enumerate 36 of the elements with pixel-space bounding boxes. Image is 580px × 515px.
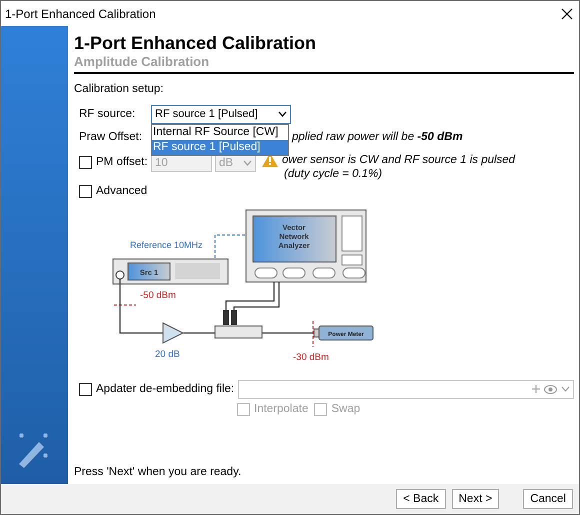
checkbox-label: Apdater de-embedding file: [96, 383, 234, 395]
rf-source-dropdown[interactable]: RF source 1 [Pulsed] [151, 104, 291, 124]
caret-icon [278, 111, 287, 117]
power-label: -50 dBm [140, 290, 176, 301]
eye-icon[interactable] [544, 384, 557, 394]
checkbox[interactable] [79, 184, 92, 198]
checkbox-label: Interpolate [254, 403, 308, 415]
gain-label: 20 dB [155, 349, 180, 360]
wizard-button[interactable]: Cancel [523, 489, 573, 509]
close-icon[interactable] [561, 8, 573, 20]
checkbox-label: Swap [331, 403, 360, 415]
warning-message: ower sensor is CW and RF source 1 is pulsed (duty cycle = 0.1%) [282, 153, 516, 181]
reference-label: Reference 10MHz [130, 240, 203, 250]
checkbox[interactable] [79, 382, 92, 396]
coupler-drawing [214, 310, 262, 338]
dropdown-option[interactable]: RF source 1 [Pulsed] [152, 140, 288, 155]
amplifier-icon [162, 322, 184, 344]
wizard-button[interactable]: < Back [396, 489, 446, 509]
raw-power-message: pplied raw power will be -50 dBm [292, 131, 463, 143]
checkbox-label: Advanced [96, 185, 148, 197]
file-input-field[interactable] [238, 380, 574, 398]
reference-cable [214, 234, 246, 258]
wizard-button[interactable]: Next > [452, 489, 500, 509]
plus-icon[interactable] [532, 385, 540, 393]
wizard-subtitle: Amplitude Calibration [74, 54, 210, 70]
field-label: PM offset: [96, 156, 149, 168]
field-label: Praw Offset: [79, 131, 144, 143]
hint-text: Press 'Next' when you are ready. [74, 466, 242, 478]
field-label: RF source: [79, 108, 136, 120]
power-label: -30 dBm [293, 352, 329, 363]
caret-icon [243, 160, 252, 166]
window-title: 1-Port Enhanced Calibration [5, 6, 156, 20]
caret-icon[interactable] [561, 386, 570, 392]
power-meter-drawing [314, 326, 374, 340]
section-label: Calibration setup: [74, 83, 164, 95]
wizard-title: 1-Port Enhanced Calibration [74, 32, 318, 54]
